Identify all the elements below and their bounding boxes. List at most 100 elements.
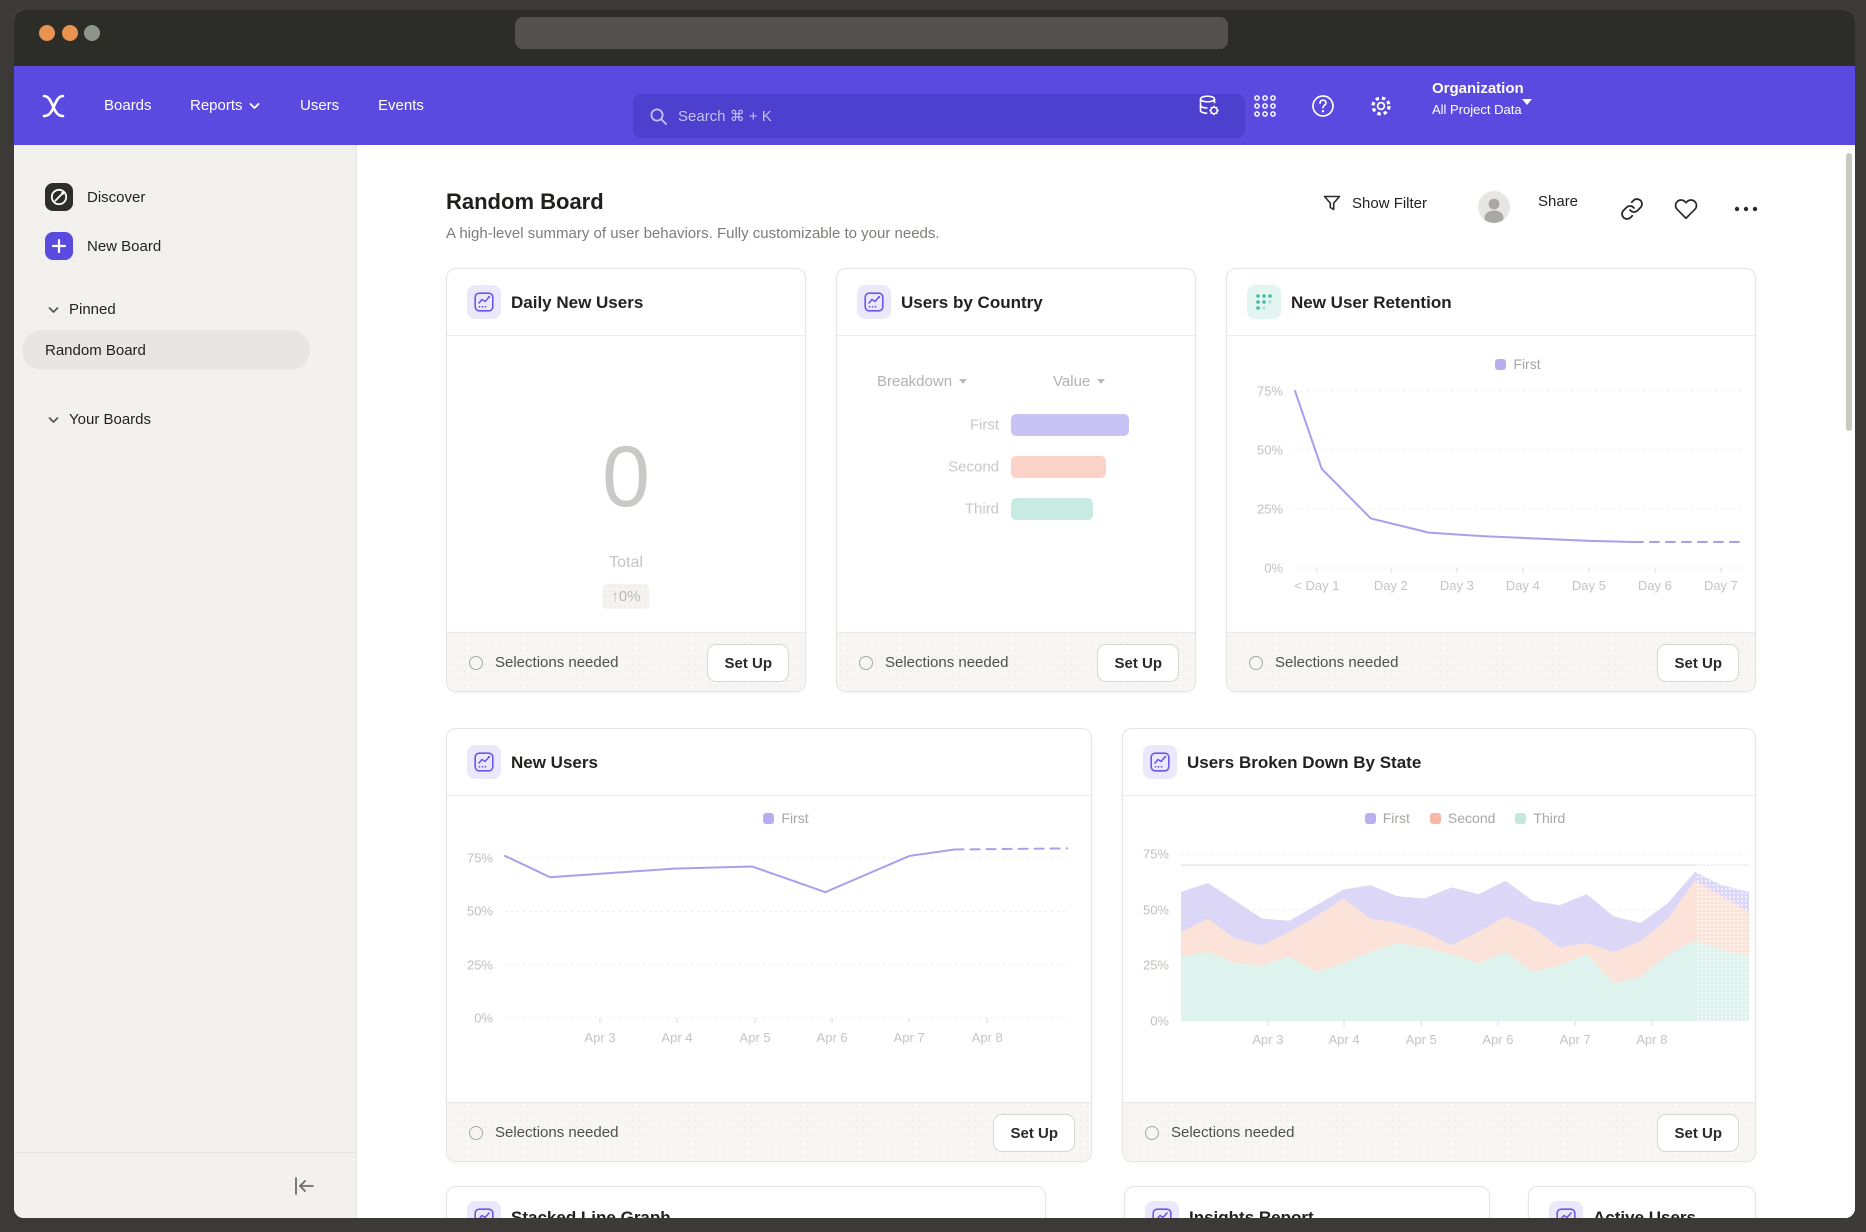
person-icon bbox=[1478, 191, 1510, 223]
avatar[interactable] bbox=[1478, 191, 1510, 223]
x-axis-tick-label: Day 4 bbox=[1506, 578, 1540, 593]
insights-chart-icon bbox=[1143, 745, 1177, 779]
set-up-button[interactable]: Set Up bbox=[993, 1114, 1075, 1152]
metric-delta-badge: ↑0% bbox=[602, 584, 649, 609]
y-axis-tick-label: 75% bbox=[1125, 847, 1169, 862]
sidebar-item-random-board[interactable]: Random Board bbox=[22, 330, 310, 370]
value-column-header[interactable]: Value bbox=[1053, 373, 1105, 390]
x-axis-tick-label: Apr 7 bbox=[894, 1030, 925, 1045]
mixpanel-logo-icon[interactable] bbox=[40, 94, 66, 118]
card-new-users: New Users First75%50%25%0%Apr 3Apr 4Apr … bbox=[446, 728, 1092, 1162]
card-footer: Selections needed Set Up bbox=[447, 1102, 1091, 1161]
copy-link-icon[interactable] bbox=[1620, 197, 1644, 221]
column-label: Breakdown bbox=[877, 373, 952, 390]
search-icon bbox=[649, 107, 668, 126]
sidebar-item-new-board[interactable]: New Board bbox=[45, 232, 161, 260]
new-users-chart: First75%50%25%0%Apr 3Apr 4Apr 5Apr 6Apr … bbox=[447, 796, 1091, 1102]
discover-compass-icon bbox=[45, 183, 73, 211]
breakdown-column-header[interactable]: Breakdown bbox=[877, 373, 967, 390]
status-circle-icon bbox=[859, 656, 873, 670]
insights-chart-icon bbox=[1145, 1201, 1179, 1218]
sidebar-item-label: New Board bbox=[87, 238, 161, 255]
sidebar-section-pinned[interactable]: Pinned bbox=[48, 301, 116, 318]
search-input[interactable]: Search ⌘ + K bbox=[633, 94, 1245, 138]
settings-gear-icon[interactable] bbox=[1368, 93, 1394, 119]
browser-url-bar[interactable] bbox=[515, 17, 1228, 49]
x-axis-tick-label: Day 3 bbox=[1440, 578, 1474, 593]
search-placeholder: Search ⌘ + K bbox=[678, 107, 772, 125]
data-management-icon[interactable] bbox=[1196, 93, 1222, 119]
status-label: Selections needed bbox=[1171, 1124, 1294, 1141]
x-axis-tick-label: Apr 7 bbox=[1560, 1032, 1591, 1047]
insights-chart-icon bbox=[857, 285, 891, 319]
sidebar-collapse-icon[interactable] bbox=[290, 1173, 318, 1199]
insights-chart-icon bbox=[1549, 1201, 1583, 1218]
window-minimize-button[interactable] bbox=[62, 25, 78, 41]
chevron-down-icon bbox=[1522, 99, 1532, 105]
app-window: Boards Reports Users Events Search ⌘ + K bbox=[14, 10, 1855, 1218]
window-zoom-button[interactable] bbox=[84, 25, 100, 41]
card-status: Selections needed bbox=[469, 633, 618, 692]
set-up-button[interactable]: Set Up bbox=[1657, 644, 1739, 682]
card-insights-report: Insights Report bbox=[1124, 1186, 1490, 1218]
by-state-chart: FirstSecondThird75%50%25%0%Apr 3Apr 4Apr… bbox=[1123, 796, 1755, 1102]
chart-plot bbox=[1295, 336, 1741, 576]
nav-item-users[interactable]: Users bbox=[300, 66, 339, 145]
page-title: Random Board bbox=[446, 189, 604, 215]
card-body: 0 Total ↑0% bbox=[447, 336, 805, 632]
card-title: New Users bbox=[511, 729, 598, 796]
metric-label: Total bbox=[447, 554, 805, 572]
country-row-label: Second bbox=[837, 459, 999, 476]
help-icon[interactable] bbox=[1310, 93, 1336, 119]
x-axis-tick-label: < Day 1 bbox=[1294, 578, 1339, 593]
status-label: Selections needed bbox=[495, 654, 618, 671]
status-label: Selections needed bbox=[495, 1124, 618, 1141]
page-subtitle: A high-level summary of user behaviors. … bbox=[446, 225, 940, 242]
retention-dots-icon bbox=[1247, 285, 1281, 319]
share-button[interactable]: Share bbox=[1538, 193, 1578, 210]
x-axis-tick-label: Apr 5 bbox=[740, 1030, 771, 1045]
card-users-by-state: Users Broken Down By State FirstSecondTh… bbox=[1122, 728, 1756, 1162]
nav-item-label: Users bbox=[300, 97, 339, 114]
card-status: Selections needed bbox=[1249, 633, 1398, 692]
status-circle-icon bbox=[1145, 1126, 1159, 1140]
show-filter-button[interactable]: Show Filter bbox=[1322, 193, 1427, 213]
card-header: Active Users bbox=[1529, 1187, 1755, 1218]
set-up-button[interactable]: Set Up bbox=[707, 644, 789, 682]
org-switcher[interactable]: Organization All Project Data bbox=[1432, 80, 1524, 117]
y-axis-tick-label: 75% bbox=[449, 851, 493, 866]
org-project: All Project Data bbox=[1432, 102, 1524, 117]
nav-item-reports[interactable]: Reports bbox=[190, 66, 260, 145]
card-header: Insights Report bbox=[1125, 1187, 1489, 1218]
caret-down-icon bbox=[959, 379, 967, 384]
more-options-icon[interactable] bbox=[1732, 201, 1760, 217]
x-axis-tick-label: Apr 6 bbox=[1482, 1032, 1513, 1047]
scrollbar-thumb[interactable] bbox=[1846, 153, 1852, 431]
card-header: Users by Country bbox=[837, 269, 1195, 336]
y-axis-tick-label: 50% bbox=[1125, 902, 1169, 917]
x-axis-tick-label: Day 5 bbox=[1572, 578, 1606, 593]
x-axis-tick-label: Day 6 bbox=[1638, 578, 1672, 593]
plus-icon bbox=[45, 232, 73, 260]
status-label: Selections needed bbox=[1275, 654, 1398, 671]
y-axis-tick-label: 0% bbox=[449, 1011, 493, 1026]
caret-down-icon bbox=[1097, 379, 1105, 384]
x-axis-tick-label: Apr 4 bbox=[1328, 1032, 1359, 1047]
favorite-heart-icon[interactable] bbox=[1674, 197, 1698, 221]
apps-grid-icon[interactable] bbox=[1252, 93, 1278, 119]
card-status: Selections needed bbox=[859, 633, 1008, 692]
set-up-button[interactable]: Set Up bbox=[1097, 644, 1179, 682]
sidebar-item-discover[interactable]: Discover bbox=[45, 183, 145, 211]
sidebar-item-label: Random Board bbox=[45, 342, 146, 359]
window-close-button[interactable] bbox=[39, 25, 55, 41]
nav-item-boards[interactable]: Boards bbox=[104, 66, 152, 145]
insights-chart-icon bbox=[467, 1201, 501, 1218]
sidebar: Discover New Board Pinned Random Boar bbox=[14, 145, 357, 1218]
nav-item-events[interactable]: Events bbox=[378, 66, 424, 145]
y-axis-tick-label: 50% bbox=[449, 904, 493, 919]
card-title: Users Broken Down By State bbox=[1187, 729, 1421, 796]
x-axis-tick-label: Day 2 bbox=[1374, 578, 1408, 593]
set-up-button[interactable]: Set Up bbox=[1657, 1114, 1739, 1152]
card-header: New User Retention bbox=[1227, 269, 1755, 336]
sidebar-section-your-boards[interactable]: Your Boards bbox=[48, 411, 151, 428]
